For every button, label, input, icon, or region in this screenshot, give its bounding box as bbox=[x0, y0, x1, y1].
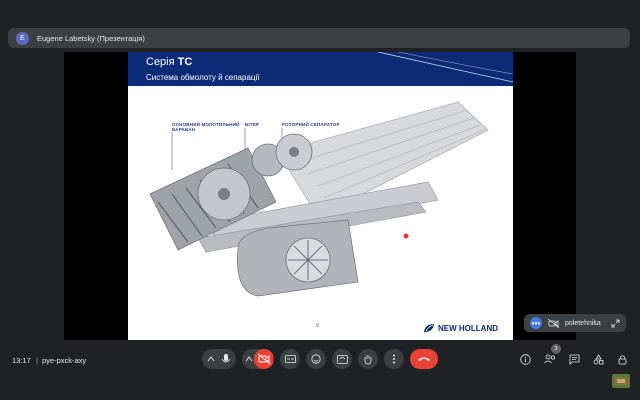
expand-icon[interactable] bbox=[611, 319, 620, 328]
presenter-bar: E Eugene Labetsky (Презентація) bbox=[8, 28, 630, 48]
captions-button[interactable] bbox=[280, 349, 300, 369]
laser-pointer bbox=[403, 233, 409, 239]
camera-off-icon bbox=[245, 349, 273, 369]
participant-tile[interactable]: ••• poletehnika bbox=[524, 314, 626, 332]
presenter-label: Eugene Labetsky (Презентація) bbox=[37, 33, 145, 43]
raise-hand-icon bbox=[364, 354, 372, 364]
people-icon[interactable] bbox=[543, 352, 557, 366]
avatar: E bbox=[16, 31, 29, 45]
camera-off-icon bbox=[548, 318, 559, 328]
taskbar-app-icon[interactable] bbox=[612, 374, 630, 388]
meeting-code: pye-pxck-axy bbox=[42, 356, 87, 365]
logo-text: NEW HOLLAND bbox=[438, 323, 498, 333]
present-screen-icon bbox=[336, 354, 348, 364]
present-button[interactable] bbox=[332, 349, 352, 369]
emoji-button[interactable] bbox=[306, 349, 326, 369]
activities-icon[interactable] bbox=[591, 352, 605, 366]
chat-icon[interactable] bbox=[567, 352, 581, 366]
mic-button[interactable] bbox=[202, 349, 236, 369]
participant-name: poletehnika bbox=[565, 319, 601, 327]
more-options-icon[interactable]: ••• bbox=[530, 317, 542, 329]
emoji-icon bbox=[311, 354, 321, 364]
slide-page-number: 9 bbox=[316, 323, 319, 329]
meeting-time: 13:17 bbox=[12, 356, 31, 365]
new-holland-leaf-icon bbox=[424, 324, 434, 332]
meeting-details-icon[interactable] bbox=[518, 352, 532, 366]
more-options-button[interactable] bbox=[384, 349, 404, 369]
more-vert-icon bbox=[393, 354, 395, 364]
mic-icon bbox=[207, 354, 231, 363]
leave-call-button[interactable] bbox=[410, 349, 438, 369]
separator: | bbox=[36, 356, 38, 365]
presentation-slide: Серія TC Система обмолоту й сепарації ОС… bbox=[128, 52, 513, 340]
host-controls-icon[interactable] bbox=[615, 352, 629, 366]
new-holland-logo: NEW HOLLAND bbox=[423, 323, 498, 333]
captions-icon bbox=[284, 355, 296, 363]
threshing-system-illustration bbox=[149, 101, 489, 297]
app-icon bbox=[615, 377, 627, 385]
people-count-badge: 3 bbox=[551, 344, 561, 354]
raise-hand-button[interactable] bbox=[358, 349, 378, 369]
end-call-icon bbox=[418, 357, 430, 361]
bottom-toolbar: 13:17 | pye-pxck-axy bbox=[0, 345, 640, 375]
camera-button[interactable] bbox=[242, 349, 274, 369]
